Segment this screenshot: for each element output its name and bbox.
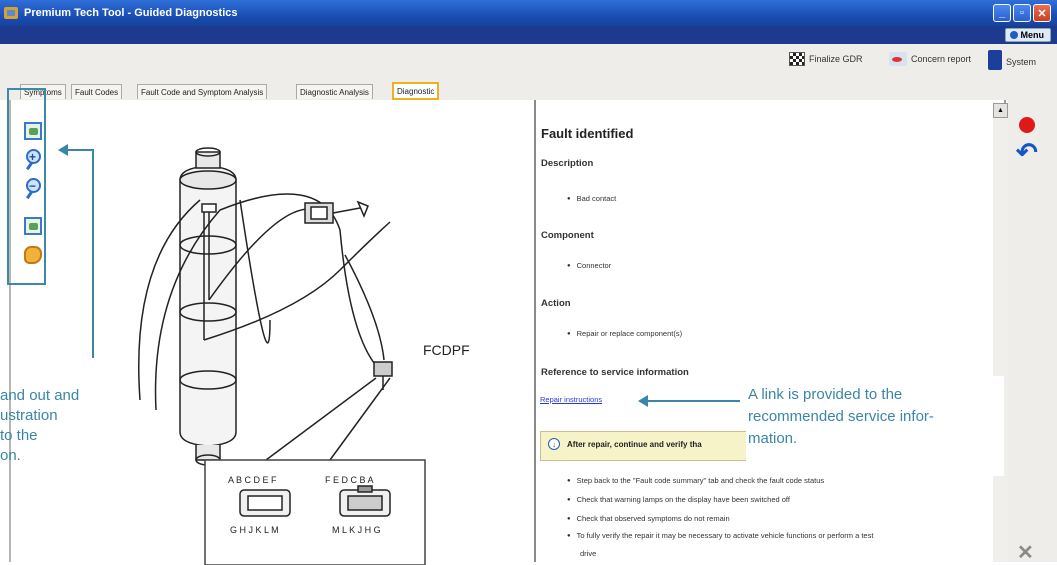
concern-report-icon (889, 52, 907, 66)
title-bar: Premium Tech Tool - Guided Diagnostics _… (0, 0, 1057, 26)
fcdpf-label: FCDPF (423, 342, 470, 358)
tab-fault-code-symptom-analysis[interactable]: Fault Code and Symptom Analysis (137, 84, 268, 99)
hand-icon (24, 246, 42, 264)
pan-button[interactable] (22, 244, 44, 266)
report-title: Fault identified (541, 126, 634, 141)
link-callout-arrow (648, 400, 740, 402)
tab-diagnostic-analysis[interactable]: Diagnostic Analysis (296, 84, 373, 99)
undo-icon[interactable]: ↶ (1016, 139, 1038, 165)
scroll-up-button[interactable]: ▲ (993, 103, 1008, 118)
after-repair-note-text: After repair, continue and verify tha (567, 440, 702, 449)
callout-link-text: A link is provided to the recommended se… (746, 376, 1004, 476)
system-icon (988, 50, 1002, 70)
report-scrollbar[interactable] (993, 103, 1008, 562)
maximize-button[interactable]: ▫ (1013, 4, 1031, 22)
close-button[interactable]: ✕ (1033, 4, 1051, 22)
fit-page-button[interactable] (22, 215, 44, 237)
reference-heading: Reference to service information (541, 367, 689, 378)
right-action-bar (1008, 100, 1057, 562)
description-heading: Description (541, 158, 594, 169)
list-item-continued: drive (580, 549, 597, 558)
menu-icon (1009, 31, 1018, 39)
tab-diagnostic[interactable]: Diagnostic (392, 82, 440, 100)
tool-strip: Finalize GDR Concern report System (0, 44, 1057, 78)
zoom-in-button[interactable]: + (22, 148, 44, 171)
fit-view-icon (24, 122, 42, 140)
description-item: Bad contact (567, 194, 617, 203)
list-item: Check that observed symptoms do not rema… (567, 514, 730, 523)
concern-report-button[interactable]: Concern report (889, 52, 971, 66)
record-icon[interactable] (1019, 117, 1035, 133)
finalize-gdr-button[interactable]: Finalize GDR (789, 52, 863, 66)
checkered-flag-icon (789, 52, 805, 66)
fit-page-icon (24, 217, 42, 235)
link-callout-arrow-head (638, 395, 648, 407)
system-label: System (1006, 57, 1037, 67)
window-controls: _ ▫ ✕ (993, 4, 1051, 22)
component-item: Connector (567, 261, 612, 270)
menu-button[interactable]: Menu (1004, 28, 1051, 42)
close-report-icon[interactable]: ✕ (1017, 540, 1034, 565)
connector-right-top-pins: F E D C B A (325, 475, 374, 485)
menu-strip: Menu (0, 26, 1057, 44)
callout-arrow (64, 149, 94, 151)
window-title: Premium Tech Tool - Guided Diagnostics (24, 7, 238, 19)
list-item: Step back to the "Fault code summary" ta… (567, 476, 825, 485)
system-button[interactable]: System (988, 50, 1037, 72)
concern-report-label: Concern report (911, 54, 972, 64)
action-item: Repair or replace component(s) (567, 329, 682, 338)
component-heading: Component (541, 230, 594, 241)
connector-left-bottom-pins: G H J K L M (230, 525, 279, 535)
dpf-illustration: A B C D E F G H J K L M F E D C B A M L … (138, 147, 426, 565)
tab-fault-codes[interactable]: Fault Codes (71, 84, 123, 99)
tab-row: Symptoms Fault Codes Fault Code and Symp… (0, 78, 1057, 100)
zoom-out-button[interactable]: − (22, 177, 44, 200)
connector-left-top-pins: A B C D E F (228, 475, 277, 485)
connector-right-bottom-pins: M L K J H G (332, 525, 381, 535)
finalize-gdr-label: Finalize GDR (809, 54, 863, 64)
fit-view-button[interactable] (22, 120, 44, 142)
info-icon: ↓ (548, 438, 560, 450)
menu-label: Menu (1020, 30, 1045, 40)
list-item: Check that warning lamps on the display … (567, 495, 790, 504)
callout-arrow-stem (92, 150, 94, 358)
app-icon (4, 7, 18, 19)
action-heading: Action (541, 298, 571, 309)
list-item: To fully verify the repair it may be nec… (567, 531, 874, 540)
minimize-button[interactable]: _ (993, 4, 1011, 22)
repair-instructions-link[interactable]: Repair instructions (540, 395, 602, 404)
